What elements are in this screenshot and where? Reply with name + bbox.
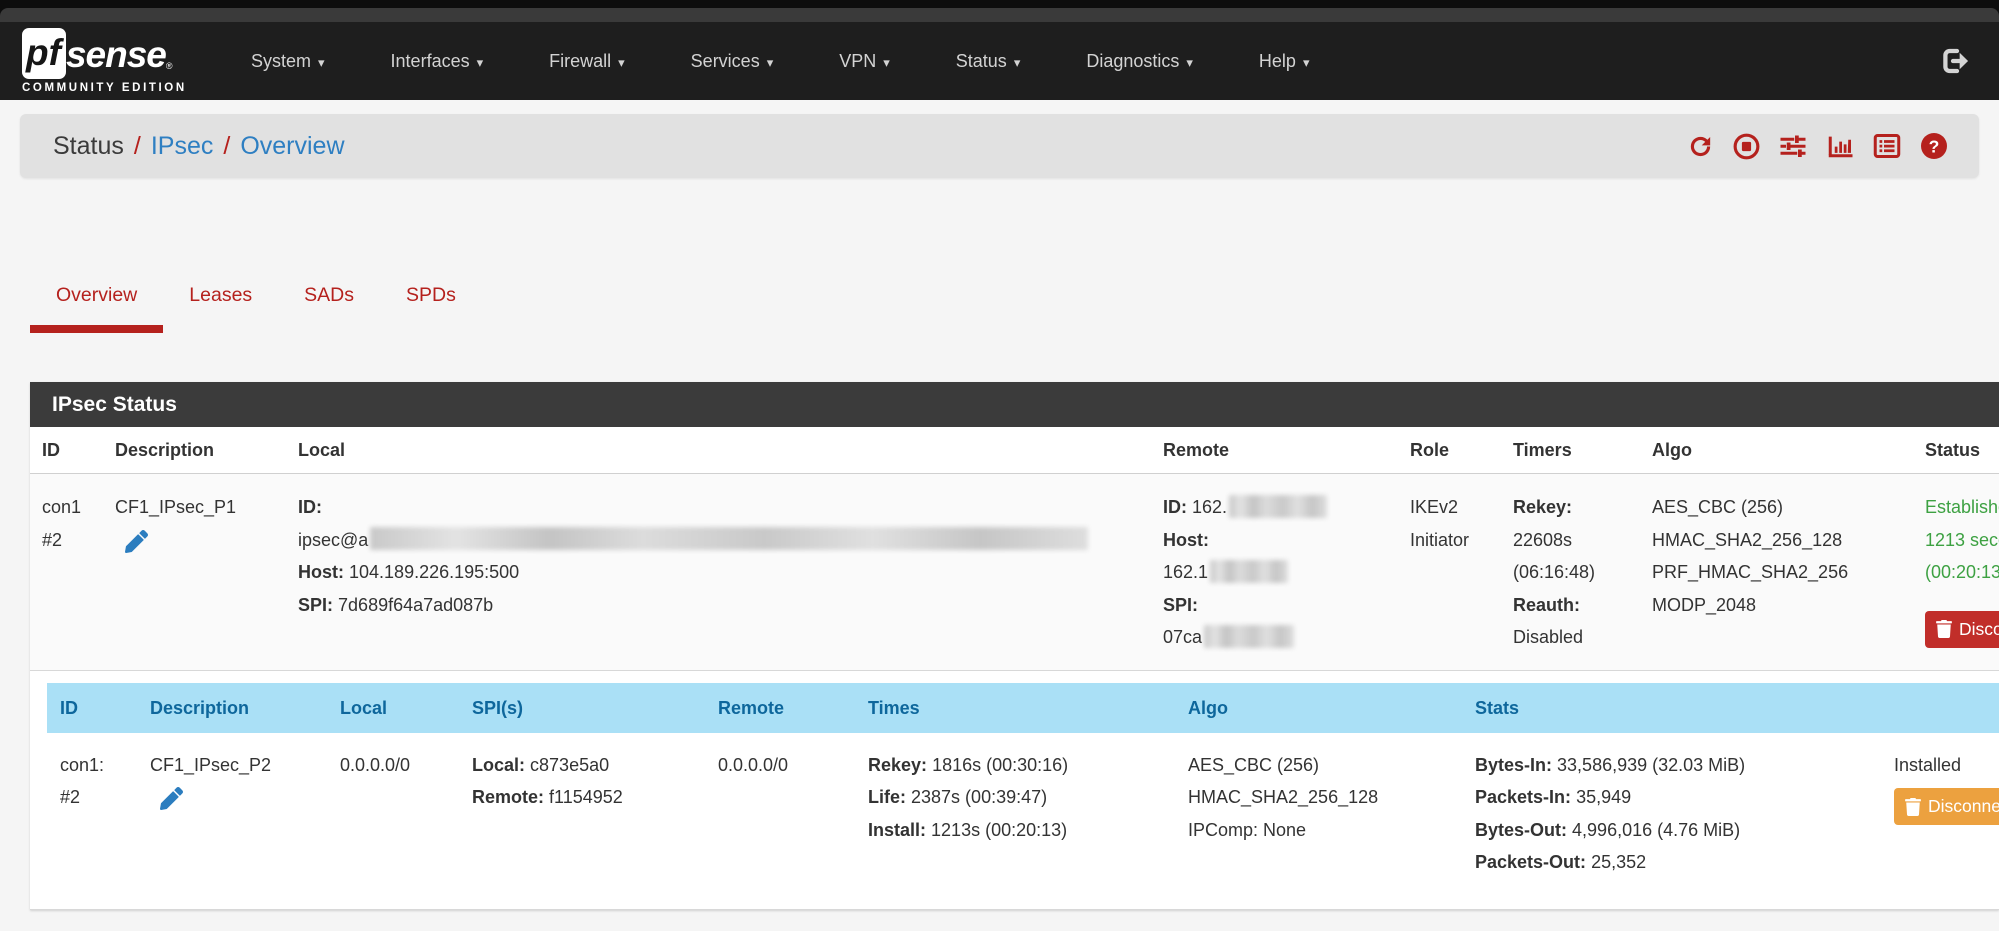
- tab-overview[interactable]: Overview: [30, 274, 163, 333]
- tab-spds[interactable]: SPDs: [380, 274, 482, 333]
- trash-icon: [1905, 798, 1921, 816]
- breadcrumb-link-ipsec[interactable]: IPsec: [151, 132, 214, 161]
- breadcrumb-separator: /: [223, 132, 230, 161]
- sliders-icon[interactable]: [1778, 131, 1808, 161]
- logo-pf: pf: [22, 28, 66, 79]
- bar-chart-icon[interactable]: [1825, 131, 1855, 161]
- chevron-down-icon: ▾: [1014, 55, 1021, 70]
- menu-item-services[interactable]: Services▾: [691, 51, 774, 72]
- main-menu: System▾ Interfaces▾ Firewall▾ Services▾ …: [251, 51, 1309, 72]
- cell-status: Installed Disconnect: [1894, 749, 1999, 879]
- col-header-algo: Algo: [1188, 683, 1475, 733]
- ipsec-status-panel: IPsec Status ID Description Local Remote…: [30, 382, 1999, 910]
- cell-description: CF1_IPsec_P2: [150, 749, 340, 879]
- svg-text:?: ?: [1929, 136, 1940, 156]
- chevron-down-icon: ▾: [477, 55, 484, 70]
- cell-timers: Rekey: 22608s (06:16:48) Reauth: Disable…: [1513, 491, 1652, 654]
- help-icon[interactable]: ?: [1919, 131, 1949, 161]
- navbar-top-strip: [0, 0, 1999, 8]
- breadcrumb-separator: /: [134, 132, 141, 161]
- child-sa-table: ID Description Local SPI(s) Remote Times…: [47, 683, 1999, 909]
- col-header-role: Role: [1410, 427, 1513, 473]
- cell-times: Rekey: 1816s (00:30:16) Life: 2387s (00:…: [868, 749, 1188, 879]
- redacted-blur: [1229, 495, 1327, 518]
- col-header-stats: Stats: [1475, 683, 1894, 733]
- col-header-remote: Remote: [718, 683, 868, 733]
- col-header-blank: [1894, 683, 1999, 733]
- cell-id: con1 #2: [42, 491, 115, 654]
- breadcrumb-actions: ?: [1686, 131, 1949, 161]
- top-navbar: pfsense® COMMUNITY EDITION System▾ Inter…: [0, 0, 1999, 100]
- chevron-down-icon: ▾: [767, 55, 774, 70]
- cell-local: ID: ipsec@a Host: 104.189.226.195:500 SP…: [298, 491, 1163, 654]
- breadcrumb-bar: Status / IPsec / Overview: [20, 114, 1979, 178]
- pfsense-logo[interactable]: pfsense® COMMUNITY EDITION: [22, 28, 237, 94]
- menu-item-help[interactable]: Help▾: [1259, 51, 1310, 72]
- list-icon[interactable]: [1872, 131, 1902, 161]
- sign-out-icon[interactable]: [1939, 45, 1971, 77]
- chevron-down-icon: ▾: [618, 55, 625, 70]
- logo-edition: COMMUNITY EDITION: [22, 82, 237, 94]
- cell-algo: AES_CBC (256) HMAC_SHA2_256_128 PRF_HMAC…: [1652, 491, 1925, 654]
- status-established: Established: [1925, 491, 1999, 524]
- menu-item-status[interactable]: Status▾: [956, 51, 1021, 72]
- col-header-algo: Algo: [1652, 427, 1925, 473]
- table-row: con1: #2 CF1_IPsec_P2 0.0.0.0/0 Local: c…: [47, 733, 1999, 909]
- col-header-remote: Remote: [1163, 427, 1410, 473]
- col-header-id: ID: [42, 427, 115, 473]
- logo-sense: sense: [66, 36, 166, 79]
- tab-sads[interactable]: SADs: [278, 274, 380, 333]
- chevron-down-icon: ▾: [1186, 55, 1193, 70]
- status-installed: Installed: [1894, 749, 1999, 782]
- chevron-down-icon: ▾: [883, 55, 890, 70]
- redacted-blur: [370, 527, 1088, 550]
- menu-item-firewall[interactable]: Firewall▾: [549, 51, 625, 72]
- cell-algo: AES_CBC (256) HMAC_SHA2_256_128 IPComp: …: [1188, 749, 1475, 879]
- child-table-header: ID Description Local SPI(s) Remote Times…: [47, 683, 1999, 733]
- disconnect-button[interactable]: Disconnect: [1894, 788, 1999, 825]
- redacted-blur: [1210, 560, 1288, 583]
- page-tabs: Overview Leases SADs SPDs: [30, 274, 1999, 333]
- cell-spis: Local: c873e5a0 Remote: f1154952: [472, 749, 718, 879]
- col-header-description: Description: [115, 427, 298, 473]
- cell-remote: 0.0.0.0/0: [718, 749, 868, 879]
- cell-role: IKEv2 Initiator: [1410, 491, 1513, 654]
- chevron-down-icon: ▾: [318, 55, 325, 70]
- tab-leases[interactable]: Leases: [163, 274, 278, 333]
- cell-description: CF1_IPsec_P1: [115, 491, 298, 654]
- edit-pencil-icon[interactable]: [125, 530, 290, 564]
- col-header-timers: Timers: [1513, 427, 1652, 473]
- cell-remote: ID: 162. Host: 162.1 SPI: 07ca: [1163, 491, 1410, 654]
- col-header-local: Local: [298, 427, 1163, 473]
- panel-title: IPsec Status: [30, 382, 1999, 427]
- stop-circle-icon[interactable]: [1732, 132, 1761, 161]
- menu-item-interfaces[interactable]: Interfaces▾: [391, 51, 484, 72]
- col-header-times: Times: [868, 683, 1188, 733]
- cell-status: Established 1213 seconds (00:20:13) ago …: [1925, 491, 1999, 654]
- cell-local: 0.0.0.0/0: [340, 749, 472, 879]
- disconnect-button[interactable]: Disconnect: [1925, 611, 1999, 648]
- col-header-description: Description: [150, 683, 340, 733]
- col-header-spis: SPI(s): [472, 683, 718, 733]
- breadcrumb: Status / IPsec / Overview: [53, 132, 345, 161]
- parent-table-header: ID Description Local Remote Role Timers …: [30, 427, 1999, 474]
- cell-stats: Bytes-In: 33,586,939 (32.03 MiB) Packets…: [1475, 749, 1894, 879]
- trash-icon: [1936, 620, 1952, 638]
- refresh-icon[interactable]: [1686, 132, 1715, 161]
- menu-item-diagnostics[interactable]: Diagnostics▾: [1086, 51, 1193, 72]
- col-header-local: Local: [340, 683, 472, 733]
- navbar-sub-strip: [0, 8, 1999, 22]
- redacted-blur: [1204, 625, 1294, 648]
- cell-id: con1: #2: [60, 749, 150, 879]
- menu-item-system[interactable]: System▾: [251, 51, 325, 72]
- edit-pencil-icon[interactable]: [160, 787, 332, 821]
- breadcrumb-section: Status: [53, 132, 124, 161]
- chevron-down-icon: ▾: [1303, 55, 1310, 70]
- col-header-id: ID: [60, 683, 150, 733]
- logo-registered-mark: ®: [166, 61, 173, 79]
- menu-item-vpn[interactable]: VPN▾: [839, 51, 890, 72]
- breadcrumb-link-overview[interactable]: Overview: [240, 132, 344, 161]
- table-row: con1 #2 CF1_IPsec_P1 ID: ipsec@a Host: 1…: [30, 474, 1999, 671]
- col-header-status: Status: [1925, 427, 1999, 473]
